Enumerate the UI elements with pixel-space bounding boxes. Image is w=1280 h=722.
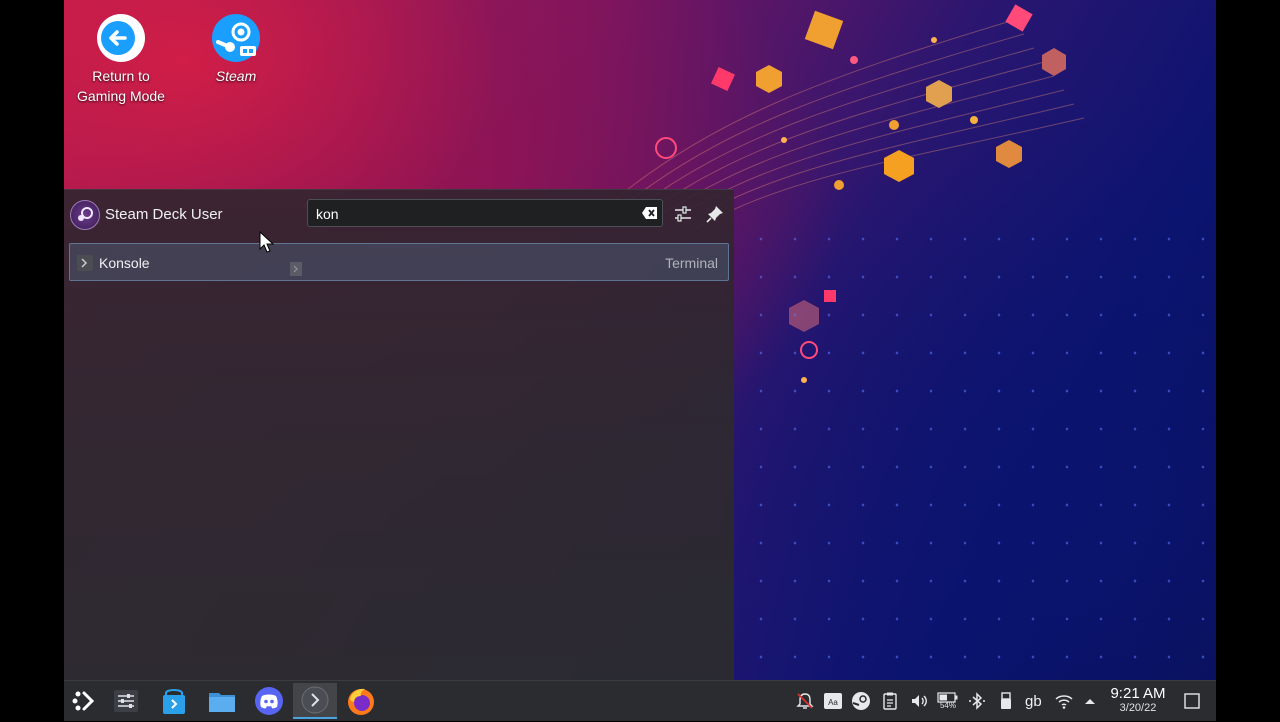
svg-text:Aa: Aa [828,698,838,707]
clear-text-icon[interactable] [642,206,658,220]
steam-avatar-icon [78,207,93,221]
user-avatar[interactable] [70,200,100,230]
virtual-keyboard-icon[interactable]: Aa [823,691,843,711]
notifications-disabled-icon[interactable] [795,691,815,711]
battery-percent: 54% [939,701,956,710]
clock-time[interactable]: 9:21 AM [1106,685,1170,702]
volume-icon[interactable] [909,691,929,711]
search-input[interactable] [314,200,638,228]
result-name: Konsole [99,255,150,271]
search-field[interactable] [307,199,663,228]
pin-icon[interactable] [705,204,725,224]
battery-indicator[interactable]: 54% [937,691,959,711]
result-category: Terminal [665,255,718,271]
shortcut-label-line2: Gaming Mode [77,88,165,104]
keyboard-layout[interactable]: gb [1025,693,1042,710]
user-name: Steam Deck User [105,206,223,223]
clipboard-icon[interactable] [880,691,900,711]
application-launcher-icon[interactable] [68,685,100,717]
return-to-gaming-mode-shortcut[interactable]: Return to Gaming Mode [66,12,176,106]
search-result-konsole[interactable]: Konsole Terminal [69,243,729,281]
terminal-icon [301,686,329,714]
discover-store-icon[interactable] [158,685,190,717]
steam-tray-icon[interactable] [851,691,871,711]
discord-icon[interactable] [253,685,285,717]
shortcut-label: Steam [215,68,257,84]
konsole-taskbar-button[interactable] [293,683,337,719]
chevron-up-icon[interactable] [1080,691,1100,711]
taskbar: Aa 54% gb 9:21 AM 3/20/22 [64,680,1216,721]
firefox-icon[interactable] [345,685,377,717]
bluetooth-icon[interactable] [967,691,987,711]
drag-terminal-icon [290,262,302,276]
wallpaper-dots [744,220,1216,680]
system-settings-icon[interactable] [110,685,142,717]
usb-device-icon[interactable] [996,691,1016,711]
wifi-icon[interactable] [1054,691,1074,711]
clock-date[interactable]: 3/20/22 [1106,702,1170,714]
show-desktop-icon[interactable] [1182,691,1202,711]
steam-shortcut[interactable]: Steam [181,12,291,86]
application-launcher: Steam Deck User Konsole Termina [64,189,734,681]
shortcut-label-line1: Return to [92,68,150,84]
steam-icon [212,14,260,62]
terminal-icon [77,255,93,271]
mouse-cursor-icon [259,231,275,253]
launcher-header: Steam Deck User [64,190,734,240]
return-arrow-icon [97,14,145,62]
file-manager-icon[interactable] [206,685,238,717]
configure-icon[interactable] [673,204,693,224]
